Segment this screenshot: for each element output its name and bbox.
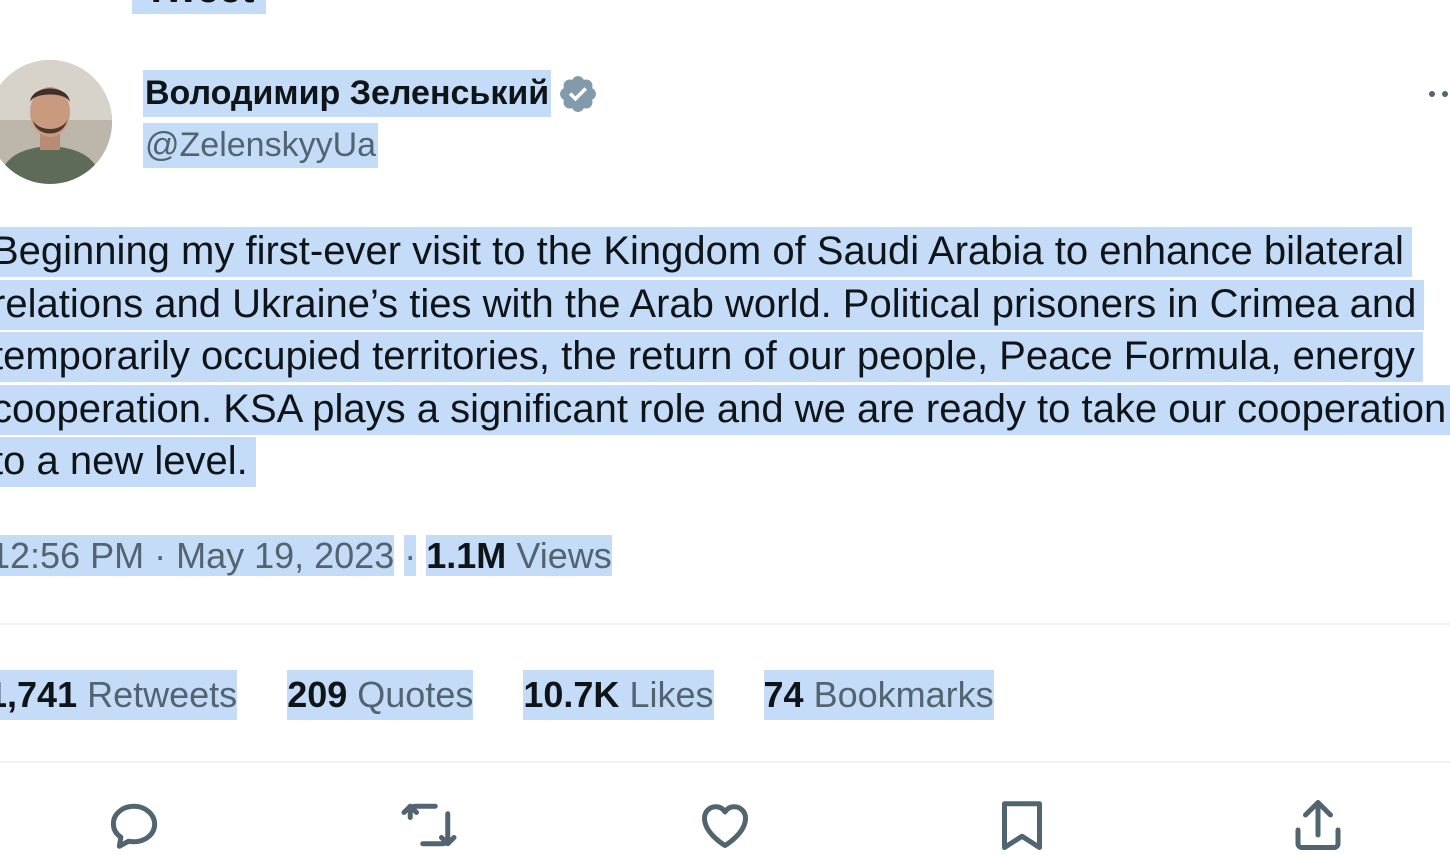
- author-name[interactable]: Володимир Зеленський: [143, 70, 599, 117]
- retweet-icon: [401, 803, 457, 847]
- stat-count: 209: [287, 674, 348, 715]
- share-icon: [1295, 800, 1341, 850]
- stat-quotes[interactable]: 209 Quotes: [287, 670, 474, 720]
- share-button[interactable]: [1288, 795, 1348, 855]
- divider: [0, 623, 1450, 625]
- tweet-meta: 12:56 PM · May 19, 2023 · 1.1M Views: [0, 531, 612, 581]
- stat-count: 10.7K: [523, 674, 620, 715]
- bookmark-icon: [1002, 801, 1042, 850]
- tweet-body: Beginning my first-ever visit to the Kin…: [0, 227, 1450, 487]
- stat-count: 74: [763, 674, 804, 715]
- bookmark-button[interactable]: [992, 795, 1052, 855]
- stat-label: Quotes: [357, 674, 474, 715]
- meta-separator: ·: [404, 535, 417, 576]
- views-label: Views: [516, 535, 612, 576]
- stat-label: Bookmarks: [813, 674, 994, 715]
- tweet-timestamp[interactable]: 12:56 PM · May 19, 2023: [0, 535, 395, 576]
- retweet-button[interactable]: [399, 795, 459, 855]
- avatar-photo: [0, 60, 112, 184]
- display-name[interactable]: Володимир Зеленський: [143, 70, 552, 117]
- stat-label: Likes: [629, 674, 714, 715]
- stat-retweets[interactable]: 1,741 Retweets: [0, 670, 238, 720]
- divider: [0, 761, 1450, 763]
- avatar[interactable]: [0, 60, 112, 184]
- verified-badge-icon: [560, 75, 597, 112]
- stat-bookmarks[interactable]: 74 Bookmarks: [763, 670, 994, 720]
- views[interactable]: 1.1M Views: [426, 535, 612, 576]
- like-icon: [702, 804, 748, 848]
- views-count: 1.1M: [426, 535, 507, 576]
- more-dot-icon: [1429, 91, 1435, 97]
- tweet-text: Beginning my first-ever visit to the Kin…: [0, 225, 1450, 488]
- page-title: Tweet: [132, 0, 267, 14]
- stat-label: Retweets: [87, 674, 238, 715]
- like-button[interactable]: [695, 795, 755, 855]
- more-options-button[interactable]: [1408, 76, 1448, 112]
- reply-icon: [110, 803, 158, 849]
- more-dot-icon: [1442, 91, 1448, 97]
- stat-likes[interactable]: 10.7K Likes: [523, 670, 714, 720]
- engagement-stats: 1,741 Retweets 209 Quotes 10.7K Likes 74…: [0, 670, 1044, 720]
- reply-button[interactable]: [104, 795, 164, 855]
- stat-count: 1,741: [0, 674, 78, 715]
- author-handle[interactable]: @ZelenskyyUa: [143, 123, 379, 168]
